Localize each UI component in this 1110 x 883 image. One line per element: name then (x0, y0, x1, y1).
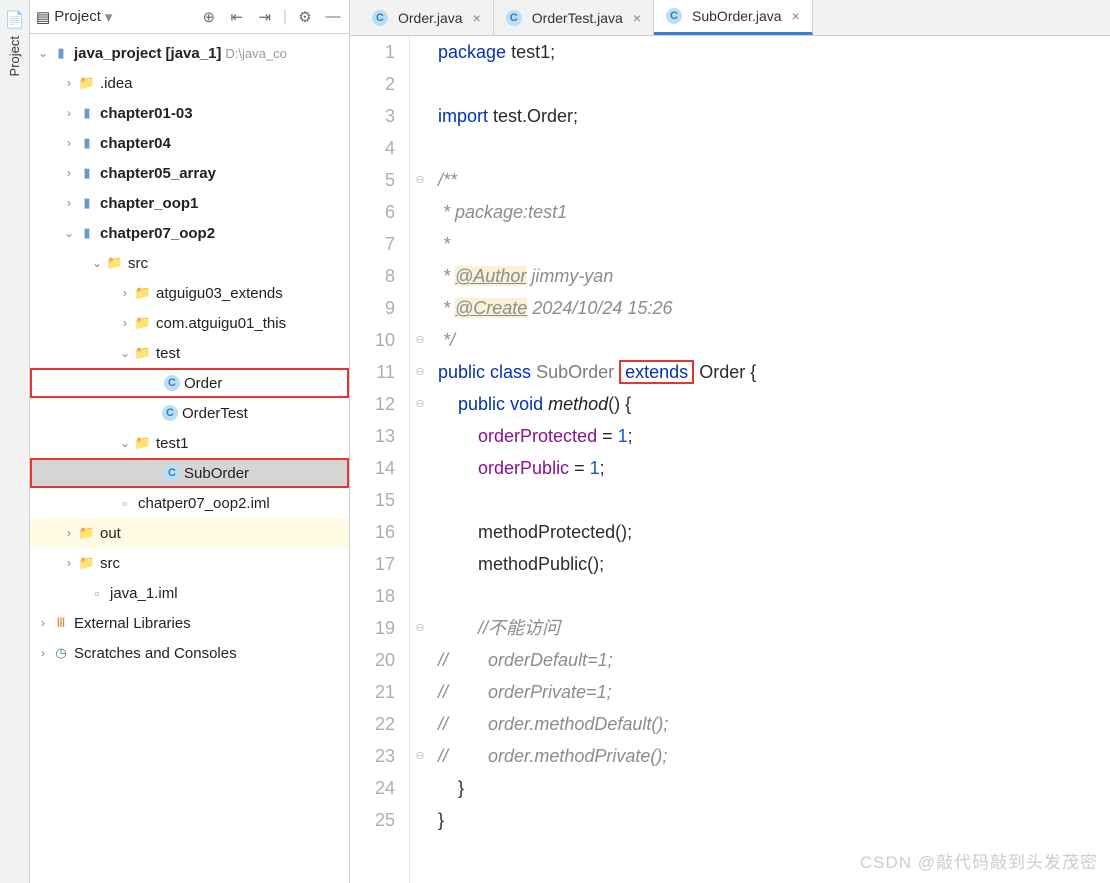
expand-icon[interactable]: ⇥ (255, 7, 275, 27)
module-icon: ▮ (78, 164, 96, 182)
file-icon: ▫ (116, 494, 134, 512)
node-label: chapter_oop1 (100, 195, 198, 212)
tree-iml[interactable]: ▫chatper07_oop2.iml (30, 488, 349, 518)
src-icon: 📁 (106, 254, 124, 272)
root-path: D:\java_co (225, 46, 286, 61)
class-icon: C (164, 375, 180, 391)
left-rail: 📄 Project (0, 0, 30, 883)
node-label: src (100, 555, 120, 572)
node-label: test (156, 345, 180, 362)
gutter: 1234567891011121314151617181920212223242… (350, 36, 410, 883)
package-icon: 📁 (134, 284, 152, 302)
module-icon: ▮ (78, 224, 96, 242)
tree-ch05[interactable]: ›▮chapter05_array (30, 158, 349, 188)
tree-scratches[interactable]: ›◷Scratches and Consoles (30, 638, 349, 668)
node-label: Order (184, 375, 222, 392)
tree-java1iml[interactable]: ▫java_1.iml (30, 578, 349, 608)
module-icon: ▮ (78, 104, 96, 122)
tab-label: SubOrder.java (692, 8, 782, 24)
class-icon: C (506, 10, 522, 26)
node-label: out (100, 525, 121, 542)
module-icon: ▮ (52, 44, 70, 62)
node-label: test1 (156, 435, 189, 452)
tree-oop2[interactable]: ⌄▮chatper07_oop2 (30, 218, 349, 248)
tab-label: Order.java (398, 10, 463, 26)
library-icon: Ⅲ (52, 614, 70, 632)
close-icon[interactable]: × (473, 10, 481, 26)
tree-pkg-test1[interactable]: ⌄📁test1 (30, 428, 349, 458)
tab-suborder[interactable]: C SubOrder.java × (654, 0, 813, 35)
project-panel: ▤ Project ▾ ⊕ ⇤ ⇥ | ⚙ — ⌄▮ java_project … (30, 0, 350, 883)
class-icon: C (162, 405, 178, 421)
target-icon[interactable]: ⊕ (199, 7, 219, 27)
close-icon[interactable]: × (633, 10, 641, 26)
tree-idea[interactable]: ›📁.idea (30, 68, 349, 98)
node-label: com.atguigu01_this (156, 315, 286, 332)
tree-cls-suborder[interactable]: CSubOrder (30, 458, 349, 488)
tree-cls-ordertest[interactable]: COrderTest (30, 398, 349, 428)
src-icon: 📁 (78, 554, 96, 572)
package-icon: 📁 (134, 434, 152, 452)
node-label: chatper07_oop2.iml (138, 495, 270, 512)
tab-order[interactable]: C Order.java × (360, 0, 494, 35)
close-icon[interactable]: × (792, 8, 800, 24)
class-icon: C (164, 465, 180, 481)
tree-pkg-test[interactable]: ⌄📁test (30, 338, 349, 368)
tree-cls-order[interactable]: COrder (30, 368, 349, 398)
tree-ch04[interactable]: ›▮chapter04 (30, 128, 349, 158)
root-mod-label: [java_1] (166, 45, 222, 62)
code-editor[interactable]: 1234567891011121314151617181920212223242… (350, 36, 1110, 883)
collapse-icon[interactable]: ⇤ (227, 7, 247, 27)
node-label: chapter04 (100, 135, 171, 152)
node-label: Scratches and Consoles (74, 645, 237, 662)
tree-src2[interactable]: ›📁src (30, 548, 349, 578)
dropdown-icon: ▾ (105, 8, 113, 26)
tree-pkg-this[interactable]: ›📁com.atguigu01_this (30, 308, 349, 338)
tree-extlib[interactable]: ›ⅢExternal Libraries (30, 608, 349, 638)
panel-icon: ▤ (36, 8, 50, 26)
node-label: src (128, 255, 148, 272)
code-content[interactable]: package test1; import test.Order; /** * … (430, 36, 1110, 883)
panel-toolbar: ▤ Project ▾ ⊕ ⇤ ⇥ | ⚙ — (30, 0, 349, 34)
package-icon: 📁 (134, 314, 152, 332)
project-tree: ⌄▮ java_project [java_1] D:\java_co ›📁.i… (30, 34, 349, 883)
node-label: java_1.iml (110, 585, 178, 602)
editor-tabs: C Order.java × C OrderTest.java × C SubOrder.… (350, 0, 1110, 36)
settings-icon[interactable]: ⚙ (295, 7, 315, 27)
node-label: OrderTest (182, 405, 248, 422)
module-icon: ▮ (78, 194, 96, 212)
node-label: SubOrder (184, 465, 249, 482)
out-icon: 📁 (78, 524, 96, 542)
folder-icon: 📁 (78, 74, 96, 92)
class-icon: C (372, 10, 388, 26)
node-label: chapter01-03 (100, 105, 193, 122)
node-label: External Libraries (74, 615, 191, 632)
file-icon: ▫ (88, 584, 106, 602)
node-label: chapter05_array (100, 165, 216, 182)
node-label: chatper07_oop2 (100, 225, 215, 242)
node-label: .idea (100, 75, 133, 92)
tree-out[interactable]: ›📁out (30, 518, 349, 548)
root-label: java_project (74, 45, 162, 62)
node-label: atguigu03_extends (156, 285, 283, 302)
scratch-icon: ◷ (52, 644, 70, 662)
rail-label[interactable]: Project (7, 36, 22, 76)
tab-ordertest[interactable]: C OrderTest.java × (494, 0, 654, 35)
tree-pkg-ext[interactable]: ›📁atguigu03_extends (30, 278, 349, 308)
tab-label: OrderTest.java (532, 10, 623, 26)
hide-icon[interactable]: — (323, 7, 343, 27)
class-icon: C (666, 8, 682, 24)
package-icon: 📁 (134, 344, 152, 362)
tree-ch0103[interactable]: ›▮chapter01-03 (30, 98, 349, 128)
panel-title[interactable]: ▤ Project ▾ (36, 8, 191, 26)
tree-src[interactable]: ⌄📁src (30, 248, 349, 278)
project-icon[interactable]: 📄 (5, 10, 25, 30)
tree-oop1[interactable]: ›▮chapter_oop1 (30, 188, 349, 218)
tree-root[interactable]: ⌄▮ java_project [java_1] D:\java_co (30, 38, 349, 68)
watermark: CSDN @敲代码敲到头发茂密 (860, 848, 1098, 873)
fold-column: ⊖⊖⊖⊖⊖⊖ (410, 36, 430, 883)
editor-area: C Order.java × C OrderTest.java × C SubOrder.… (350, 0, 1110, 883)
module-icon: ▮ (78, 134, 96, 152)
